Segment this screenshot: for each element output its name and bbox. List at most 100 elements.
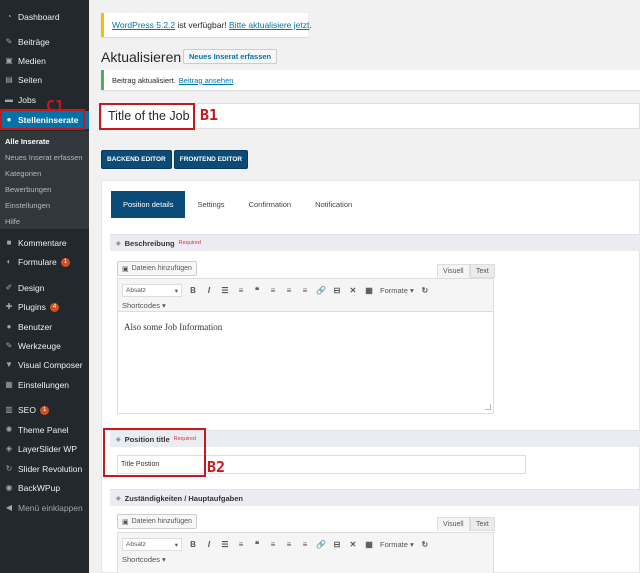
menu-visual-composer[interactable]: ▼ Visual Composer	[0, 356, 89, 374]
menu-formulare[interactable]: ◐ Formulare 1	[0, 253, 89, 271]
backup-icon: ◉	[5, 483, 13, 492]
align-left-icon[interactable]: ≡	[268, 286, 278, 295]
format-select[interactable]: Absatz ▾	[122, 538, 182, 551]
blockquote-icon[interactable]: ❝	[252, 540, 262, 549]
tab-confirmation[interactable]: Confirmation	[237, 191, 304, 218]
menu-layerslider[interactable]: ◈ LayerSlider WP	[0, 440, 89, 458]
pin-icon: ✎	[5, 37, 13, 46]
submenu-hilfe[interactable]: Hilfe	[5, 217, 20, 226]
wordpress-version-link[interactable]: WordPress 5.2.2	[112, 20, 175, 30]
success-notice: Beitrag aktualisiert. Beitrag ansehen	[101, 70, 640, 90]
tab-notification[interactable]: Notification	[303, 191, 364, 218]
bold-icon[interactable]: B	[188, 540, 198, 549]
menu-label: Einstellungen	[18, 380, 70, 390]
field-label: Beschreibung	[124, 238, 175, 248]
toolbar-toggle-icon[interactable]: ▦	[364, 540, 374, 549]
menu-seiten[interactable]: ▤ Seiten	[0, 71, 89, 89]
tab-position-details[interactable]: Position details	[111, 191, 186, 218]
media-icon: ▣	[122, 265, 129, 273]
menu-benutzer[interactable]: ● Benutzer	[0, 318, 89, 336]
visual-tab[interactable]: Visuell	[437, 264, 470, 278]
menu-jobs[interactable]: ▬ Jobs	[0, 91, 89, 109]
formats-menu-label: Formate	[380, 286, 408, 295]
submenu-neues-inserat[interactable]: Neues Inserat erfassen	[5, 153, 83, 162]
sort-arrows-icon: ◆	[116, 240, 121, 247]
align-center-icon[interactable]: ≡	[284, 540, 294, 549]
beschreibung-editor[interactable]: Also some Job Information	[117, 312, 494, 414]
zustaendigkeiten-header[interactable]: ◆ Zuständigkeiten / Hauptaufgaben	[110, 489, 640, 506]
resize-handle-icon[interactable]	[485, 404, 491, 410]
numbered-list-icon[interactable]: ≡	[236, 540, 246, 549]
bullet-list-icon[interactable]: ☰	[220, 286, 230, 295]
menu-label: Dashboard	[18, 12, 60, 22]
folder-icon: ▬	[5, 95, 13, 104]
menu-label: Design	[18, 283, 45, 293]
formats-menu[interactable]: Formate ▾	[380, 540, 414, 549]
menu-einstellungen[interactable]: ▦ Einstellungen	[0, 376, 89, 394]
align-left-icon[interactable]: ≡	[268, 540, 278, 549]
menu-medien[interactable]: ▣ Medien	[0, 52, 89, 70]
link-icon[interactable]: 🔗	[316, 286, 326, 295]
menu-backwpup[interactable]: ◉ BackWPup	[0, 479, 89, 497]
submenu-bewerbungen[interactable]: Bewerbungen	[5, 185, 51, 194]
add-media-button-2[interactable]: ▣ Dateien hinzufügen	[117, 514, 197, 529]
toolbar-row-2: Shortcodes ▾	[122, 301, 166, 310]
shortcodes-menu[interactable]: Shortcodes ▾	[122, 555, 166, 564]
align-center-icon[interactable]: ≡	[284, 286, 294, 295]
menu-plugins[interactable]: ✚ Plugins 4	[0, 298, 89, 316]
update-now-link[interactable]: Bitte aktualisiere jetzt	[229, 20, 309, 30]
shortcodes-menu[interactable]: Shortcodes ▾	[122, 301, 166, 310]
tab-settings[interactable]: Settings	[185, 191, 236, 218]
menu-collapse[interactable]: ◀ Menü einklappen	[0, 499, 89, 517]
menu-werkzeuge[interactable]: ✎ Werkzeuge	[0, 337, 89, 355]
required-indicator: Required	[178, 240, 201, 246]
refresh-icon[interactable]: ↻	[420, 540, 430, 549]
align-right-icon[interactable]: ≡	[300, 286, 310, 295]
menu-slider-revolution[interactable]: ↻ Slider Revolution	[0, 460, 89, 478]
italic-icon[interactable]: I	[204, 286, 214, 295]
numbered-list-icon[interactable]: ≡	[236, 286, 246, 295]
add-media-button[interactable]: ▣ Dateien hinzufügen	[117, 261, 197, 276]
menu-label: LayerSlider WP	[18, 444, 78, 454]
submenu-kategorien[interactable]: Kategorien	[5, 169, 41, 178]
format-select[interactable]: Absatz ▾	[122, 284, 182, 297]
bullet-list-icon[interactable]: ☰	[220, 540, 230, 549]
text-tab-2[interactable]: Text	[470, 517, 495, 531]
menu-kommentare[interactable]: ■ Kommentare	[0, 234, 89, 252]
refresh-icon[interactable]: ↻	[420, 286, 430, 295]
unlink-icon[interactable]: ⊟	[332, 286, 342, 295]
menu-design[interactable]: ✐ Design	[0, 279, 89, 297]
menu-seo[interactable]: ▥ SEO 1	[0, 401, 89, 419]
menu-dashboard[interactable]: ◔ Dashboard	[0, 8, 89, 26]
forms-icon: ◐	[6, 257, 12, 266]
blockquote-icon[interactable]: ❝	[252, 286, 262, 295]
italic-icon[interactable]: I	[204, 540, 214, 549]
visual-tab-2[interactable]: Visuell	[437, 517, 470, 531]
menu-label: Werkzeuge	[18, 341, 61, 351]
menu-label: Menü einklappen	[18, 503, 83, 513]
chevron-down-icon: ▾	[174, 541, 178, 549]
fullscreen-icon[interactable]: ✕	[348, 540, 358, 549]
submenu-einstellungen[interactable]: Einstellungen	[5, 201, 50, 210]
beschreibung-header[interactable]: ◆ Beschreibung Required	[110, 234, 640, 251]
add-new-button[interactable]: Neues Inserat erfassen	[183, 49, 278, 64]
menu-beitraege[interactable]: ✎ Beiträge	[0, 33, 89, 51]
menu-theme-panel[interactable]: ✺ Theme Panel	[0, 421, 89, 439]
align-right-icon[interactable]: ≡	[300, 540, 310, 549]
bold-icon[interactable]: B	[188, 286, 198, 295]
menu-label: Visual Composer	[18, 360, 83, 370]
gear-icon: ✺	[5, 425, 13, 434]
annotation-box-c1	[0, 109, 85, 130]
toolbar-toggle-icon[interactable]: ▦	[364, 286, 374, 295]
frontend-editor-button[interactable]: FRONTEND EDITOR	[173, 150, 249, 169]
formats-menu-label: Formate	[380, 540, 408, 549]
unlink-icon[interactable]: ⊟	[332, 540, 342, 549]
formats-menu[interactable]: Formate ▾	[380, 286, 414, 295]
fullscreen-icon[interactable]: ✕	[348, 286, 358, 295]
menu-label: SEO	[18, 405, 36, 415]
backend-editor-button[interactable]: BACKEND EDITOR	[101, 150, 172, 169]
view-post-link[interactable]: Beitrag ansehen	[179, 76, 234, 85]
submenu-alle-inserate[interactable]: Alle Inserate	[5, 137, 50, 146]
link-icon[interactable]: 🔗	[316, 540, 326, 549]
text-tab[interactable]: Text	[470, 264, 495, 278]
